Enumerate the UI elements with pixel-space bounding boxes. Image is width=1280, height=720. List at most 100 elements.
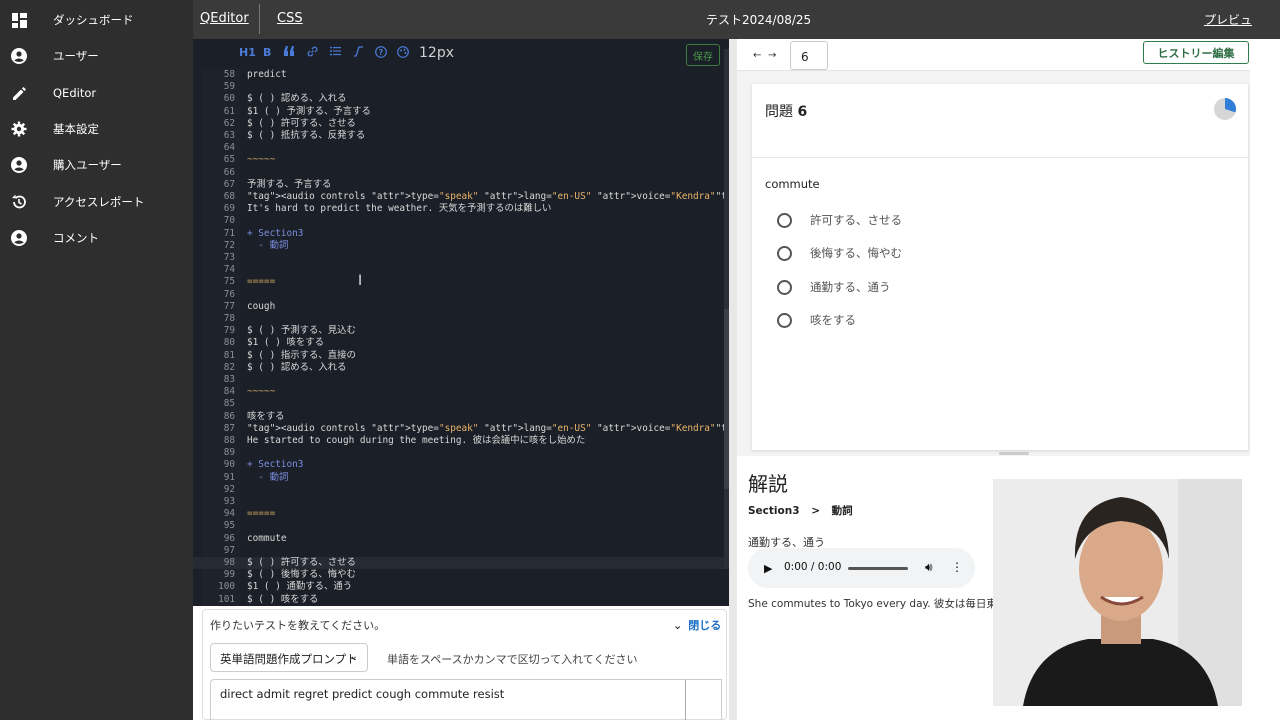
code-line[interactable]: 92 [193, 484, 729, 496]
code-line[interactable]: 59 [193, 81, 729, 93]
code-line[interactable]: 84 ~~~~~ [193, 386, 729, 398]
code-line[interactable]: 81 $ ( ) 指示する、直接の [193, 350, 729, 362]
code-line[interactable]: 62 $ ( ) 許可する、させる [193, 118, 729, 130]
sidebar-item-users[interactable]: ユーザー [0, 38, 193, 74]
tab-css[interactable]: CSS [277, 11, 303, 26]
code-line[interactable]: 65 ~~~~~ [193, 154, 729, 166]
code-line[interactable]: 70 [193, 215, 729, 227]
audio-time: 0:00 / 0:00 [784, 561, 842, 573]
code-line[interactable]: 87 "tag"><audio controls "attr">type="spe… [193, 423, 729, 435]
code-line[interactable]: 66 [193, 167, 729, 179]
radio-button[interactable] [777, 212, 792, 228]
code-line[interactable]: 80 $1 ( ) 咳をする [193, 337, 729, 349]
prompt-template-select[interactable]: 英単語問題作成プロンプト ⌄ [210, 643, 368, 672]
page-number-input[interactable]: 6 [790, 41, 828, 70]
save-button[interactable]: 保存 [686, 44, 720, 66]
chevron-down-icon: ⌄ [673, 619, 683, 632]
sidebar-item-settings[interactable]: 基本設定 [0, 111, 193, 147]
sidebar-item-qeditor[interactable]: QEditor [0, 75, 193, 111]
code-line[interactable]: 99 $ ( ) 後悔する、悔やむ [193, 569, 729, 581]
code-line[interactable]: 67 予測する、予言する [193, 179, 729, 191]
code-line[interactable]: 93 [193, 496, 729, 508]
code-line[interactable]: 73 [193, 252, 729, 264]
sidebar: ダッシュボード ユーザー QEditor 基本設定 購入ユーザー アクセスレポー… [0, 0, 193, 720]
code-text: cough [247, 300, 276, 312]
code-line[interactable]: 100 $1 ( ) 通勤する、通う [193, 581, 729, 593]
code-line[interactable]: 95 [193, 520, 729, 532]
answer-option[interactable]: 通勤する、通う [777, 277, 891, 297]
resize-handle[interactable] [999, 452, 1029, 455]
arrow-left-icon[interactable]: ← [753, 50, 761, 61]
code-line[interactable]: 76 [193, 289, 729, 301]
code-line[interactable]: 69 It's hard to predict the weather. 天気を予… [193, 203, 729, 215]
code-line[interactable]: 68 "tag"><audio controls "attr">type="spe… [193, 191, 729, 203]
formula-icon[interactable] [353, 46, 364, 60]
font-size-label[interactable]: 12px [419, 45, 454, 61]
code-line[interactable]: 91 - 動詞 [193, 472, 729, 484]
words-input[interactable]: direct admit regret predict cough commut… [210, 679, 686, 720]
radio-button[interactable] [777, 245, 792, 261]
answer-option[interactable]: 許可する、させる [777, 210, 902, 230]
code-line[interactable]: 94 ===== [193, 508, 729, 520]
code-line[interactable]: 64 [193, 142, 729, 154]
option-label: 許可する、させる [810, 213, 902, 227]
radio-button[interactable] [777, 279, 792, 295]
answer-option[interactable]: 後悔する、悔やむ [777, 243, 902, 263]
preview-link[interactable]: プレビュ [1204, 11, 1252, 28]
arrow-right-icon[interactable]: → [768, 50, 776, 61]
list-icon[interactable] [330, 46, 341, 59]
link-icon[interactable] [307, 46, 318, 60]
close-button[interactable]: ⌄ 閉じる [673, 617, 721, 633]
line-number: 93 [223, 496, 235, 507]
code-line[interactable]: 71 + Section3 [193, 228, 729, 240]
more-vert-icon[interactable]: ⋮ [951, 560, 963, 574]
code-line[interactable]: 74 [193, 264, 729, 276]
heading-button[interactable]: H1 [239, 46, 256, 59]
code-line[interactable]: 63 $ ( ) 抵抗する、反発する [193, 130, 729, 142]
sidebar-item-comments[interactable]: コメント [0, 220, 193, 256]
code-line[interactable]: 75 ===== [193, 276, 729, 288]
code-line[interactable]: 72 - 動詞 [193, 240, 729, 252]
code-line[interactable]: 58 predict [193, 69, 729, 81]
send-area[interactable] [685, 679, 722, 720]
line-number: 79 [223, 325, 235, 337]
code-line[interactable]: 98 $ ( ) 許可する、させる [193, 557, 729, 570]
code-line[interactable]: 85 [193, 398, 729, 410]
bold-button[interactable]: B [263, 46, 271, 59]
help-icon[interactable]: ? [375, 46, 387, 61]
code-text: "tag"><audio controls "attr">type="speak… [247, 191, 729, 202]
code-line[interactable]: 78 [193, 313, 729, 325]
code-line[interactable]: 97 [193, 545, 729, 557]
code-line[interactable]: 96 commute [193, 533, 729, 545]
sidebar-item-dashboard[interactable]: ダッシュボード [0, 2, 193, 38]
radio-button[interactable] [777, 312, 792, 328]
palette-icon[interactable] [397, 46, 409, 61]
audio-seek-bar[interactable] [848, 567, 908, 570]
sidebar-item-label: コメント [53, 231, 99, 245]
sidebar-item-access-report[interactable]: アクセスレポート [0, 184, 193, 220]
code-editor[interactable]: H1 B ? 12px 保存 58 predict 59 60 $ ( ) 認める、入れ… [193, 39, 729, 606]
code-line[interactable]: 89 [193, 447, 729, 459]
line-number: 58 [223, 69, 235, 80]
volume-icon[interactable]: 🔊︎ [925, 560, 933, 575]
line-number: 99 [223, 569, 235, 581]
code-line[interactable]: 86 咳をする [193, 411, 729, 423]
code-line[interactable]: 101 $ ( ) 咳をする [193, 594, 729, 606]
play-icon[interactable]: ▶ [764, 562, 772, 575]
sidebar-item-purchased-users[interactable]: 購入ユーザー [0, 147, 193, 183]
code-line[interactable]: 77 cough [193, 301, 729, 313]
code-line[interactable]: 90 + Section3 [193, 459, 729, 471]
tab-qeditor[interactable]: QEditor [200, 11, 249, 26]
panel-splitter[interactable] [729, 39, 737, 720]
history-edit-button[interactable]: ヒストリー編集 [1143, 41, 1249, 64]
code-text: 予測する、予言する [247, 178, 332, 190]
answer-option[interactable]: 咳をする [777, 310, 856, 330]
quote-icon[interactable] [284, 46, 295, 59]
code-area[interactable]: 58 predict 59 60 $ ( ) 認める、入れる 61 $1 ( ) 予測する、… [193, 68, 729, 606]
code-line[interactable]: 61 $1 ( ) 予測する、予言する [193, 106, 729, 118]
code-line[interactable]: 79 $ ( ) 予測する、見込む [193, 325, 729, 337]
code-line[interactable]: 82 $ ( ) 認める、入れる [193, 362, 729, 374]
code-line[interactable]: 60 $ ( ) 認める、入れる [193, 93, 729, 105]
code-line[interactable]: 88 He started to cough during the meeting… [193, 435, 729, 447]
code-line[interactable]: 83 [193, 374, 729, 386]
